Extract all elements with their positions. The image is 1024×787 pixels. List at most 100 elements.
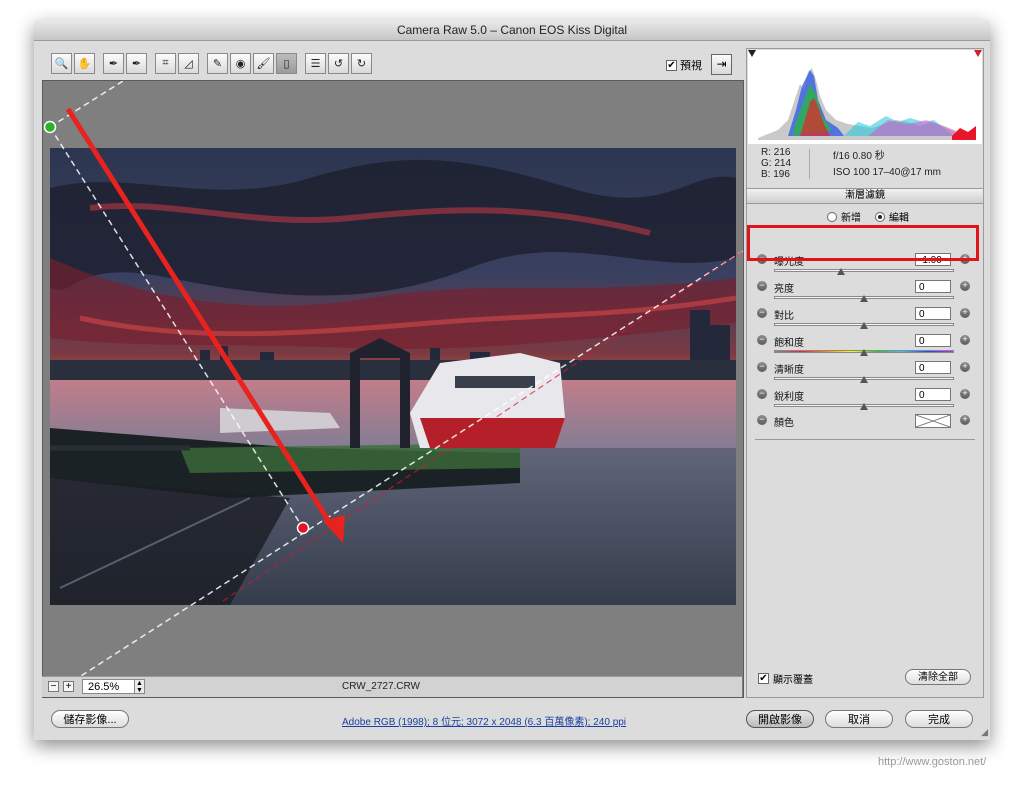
filter-start-pin — [43, 120, 57, 134]
save-image-button[interactable]: 儲存影像... — [51, 710, 129, 728]
slider-minus-button[interactable]: − — [757, 389, 767, 399]
color-plus-button[interactable]: + — [960, 415, 970, 425]
done-button[interactable]: 完成 — [905, 710, 973, 728]
workflow-options-link[interactable]: Adobe RGB (1998); 8 位元; 3072 x 2048 (6.3… — [342, 713, 626, 728]
zoom-out-button[interactable]: − — [48, 681, 59, 692]
preview-check-icon[interactable]: ✔ — [666, 59, 677, 71]
slider-thumb[interactable] — [860, 403, 868, 410]
white-balance-tool[interactable]: ✒ — [103, 53, 124, 74]
canvas-status-bar: − + 26.5% ▲ ▼ CRW_2727.CRW — [42, 676, 742, 697]
color-sampler-tool[interactable]: ✒ — [126, 53, 147, 74]
slider-label: 銳利度 — [774, 392, 804, 403]
brush-icon: 🖌 — [256, 58, 271, 70]
color-minus-button[interactable]: − — [757, 415, 767, 425]
slider-thumb[interactable] — [860, 349, 868, 356]
zoom-level-field[interactable]: 26.5% — [82, 679, 142, 694]
slider-thumb[interactable] — [860, 295, 868, 302]
image-canvas[interactable] — [42, 80, 744, 698]
rotate-right-tool[interactable]: ↻ — [351, 53, 372, 74]
slider-value-field[interactable]: 0 — [915, 361, 951, 374]
mode-edit-radio[interactable] — [875, 211, 885, 222]
zoom-stepper[interactable]: ▲ ▼ — [134, 679, 145, 694]
slider-value-field[interactable]: 0 — [915, 388, 951, 401]
eyedropper-icon: ✒ — [108, 58, 119, 70]
slider-row: − 清晰度 0 + — [747, 361, 983, 387]
zoom-tool[interactable]: 🔍 — [51, 53, 72, 74]
slider-value-field[interactable]: 0 — [915, 307, 951, 320]
preview-checkbox[interactable]: ✔ 預視 — [666, 57, 702, 73]
list-icon: ☰ — [310, 58, 321, 70]
slider-plus-button[interactable]: + — [960, 308, 970, 318]
panel-divider — [755, 439, 975, 440]
rotate-left-tool[interactable]: ↺ — [328, 53, 349, 74]
slider-thumb[interactable] — [860, 322, 868, 329]
exposure-highlight-box — [747, 225, 979, 261]
resize-grip-icon[interactable]: ◢ — [981, 727, 988, 738]
green-readout: G: 214 — [761, 158, 792, 169]
hand-tool[interactable]: ✋ — [74, 53, 95, 74]
slider-thumb[interactable] — [836, 268, 845, 275]
preferences-tool[interactable]: ☰ — [305, 53, 326, 74]
aperture-shutter: f/16 0.80 秒 — [833, 151, 885, 162]
slider-minus-button[interactable]: − — [757, 335, 767, 345]
hand-icon: ✋ — [77, 58, 92, 70]
slider-label: 飽和度 — [774, 338, 804, 349]
slider-plus-button[interactable]: + — [960, 362, 970, 372]
slider-label: 對比 — [774, 311, 794, 322]
rotate-left-icon: ↺ — [333, 58, 344, 70]
slider-minus-button[interactable]: − — [757, 362, 767, 372]
panel-title: 漸層濾鏡 — [747, 188, 983, 204]
chevron-up-icon: ▲ — [136, 680, 143, 687]
straighten-icon: ◿ — [184, 58, 193, 70]
show-overlay-checkbox[interactable]: ✔ 顯示覆蓋 — [758, 671, 813, 686]
color-swatch[interactable] — [915, 414, 951, 428]
camera-raw-window: Camera Raw 5.0 – Canon EOS Kiss Digital … — [34, 20, 990, 740]
slider-row: − 對比 0 + — [747, 307, 983, 333]
magnifier-icon: 🔍 — [54, 58, 69, 70]
straighten-tool[interactable]: ◿ — [178, 53, 199, 74]
filter-end-pin — [296, 521, 310, 535]
chevron-down-icon: ▼ — [136, 687, 143, 694]
crop-tool[interactable]: ⌗ — [155, 53, 176, 74]
shadow-clip-icon — [748, 50, 756, 57]
show-overlay-check-icon[interactable]: ✔ — [758, 673, 769, 684]
slider-row: − 亮度 0 + — [747, 280, 983, 306]
iso-lens: ISO 100 17–40@17 mm — [833, 167, 941, 178]
readout-info: R: 216 G: 214 B: 196 f/16 0.80 秒 ISO 100… — [747, 145, 983, 185]
clear-all-button[interactable]: 清除全部 — [905, 669, 971, 685]
adjustment-brush-tool[interactable]: 🖌 — [253, 53, 274, 74]
cancel-button[interactable]: 取消 — [825, 710, 893, 728]
slider-track[interactable] — [774, 269, 954, 272]
slider-label: 清晰度 — [774, 365, 804, 376]
slider-plus-button[interactable]: + — [960, 335, 970, 345]
rotate-right-icon: ↻ — [356, 58, 367, 70]
fullscreen-button[interactable]: ⇥ — [711, 54, 732, 75]
zoom-in-button[interactable]: + — [63, 681, 74, 692]
slider-plus-button[interactable]: + — [960, 389, 970, 399]
mode-new-radio[interactable] — [827, 211, 837, 222]
right-panel: R: 216 G: 214 B: 196 f/16 0.80 秒 ISO 100… — [746, 48, 984, 698]
mode-selector: 新增 編輯 — [827, 209, 909, 224]
slider-value-field[interactable]: 0 — [915, 334, 951, 347]
red-readout: R: 216 — [761, 147, 791, 158]
blue-readout: B: 196 — [761, 169, 790, 180]
camera-settings: f/16 0.80 秒 ISO 100 17–40@17 mm — [833, 149, 941, 181]
slider-row: − 銳利度 0 + — [747, 388, 983, 414]
slider-value-field[interactable]: 0 — [915, 280, 951, 293]
slider-minus-button[interactable]: − — [757, 308, 767, 318]
graduated-filter-tool[interactable]: ▯ — [276, 53, 297, 74]
histogram — [748, 50, 982, 144]
color-row: − 顏色 + — [747, 414, 983, 440]
toolbar: 🔍 ✋ ✒ ✒ ⌗ ◿ ✎ ◉ 🖌 ▯ ☰ ↺ ↻ — [51, 53, 374, 77]
slider-minus-button[interactable]: − — [757, 281, 767, 291]
watermark: http://www.goston.net/ — [878, 756, 987, 768]
slider-plus-button[interactable]: + — [960, 281, 970, 291]
spot-removal-tool[interactable]: ✎ — [207, 53, 228, 74]
graduated-filter-overlay[interactable] — [43, 81, 743, 697]
preview-label: 預視 — [680, 60, 702, 72]
rgb-readout: R: 216 G: 214 B: 196 — [761, 147, 791, 180]
red-eye-tool[interactable]: ◉ — [230, 53, 251, 74]
slider-thumb[interactable] — [860, 376, 868, 383]
open-image-button[interactable]: 開啟影像 — [746, 710, 814, 728]
mode-edit-label: 編輯 — [889, 213, 909, 224]
